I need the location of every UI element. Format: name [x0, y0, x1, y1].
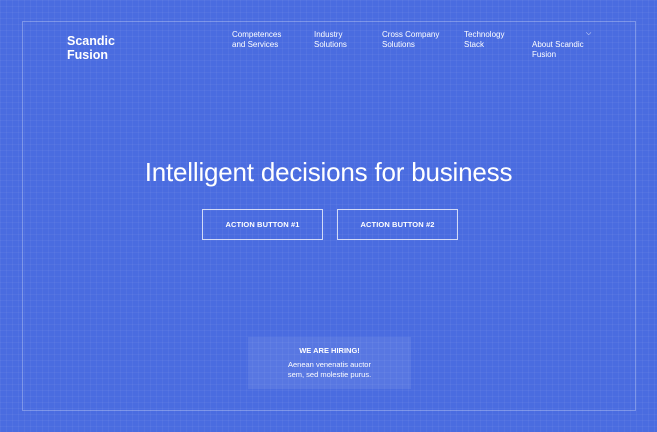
- hiring-title: WE ARE HIRING!: [299, 346, 360, 355]
- action-button-1[interactable]: ACTION BUTTON #1: [202, 209, 323, 240]
- hero-title: Intelligent decisions for business: [144, 157, 513, 187]
- nav-item-label: Competences and Services: [232, 30, 282, 49]
- hiring-card[interactable]: WE ARE HIRING! Aenean venenatis auctor s…: [248, 337, 411, 389]
- nav-item-label: Industry Solutions: [314, 30, 347, 49]
- nav-item-label: About Scandic Fusion: [532, 40, 584, 59]
- nav-item-about[interactable]: About Scandic Fusion: [532, 30, 584, 60]
- nav-item-competences[interactable]: Competences and Services: [232, 30, 281, 50]
- chevron-down-icon[interactable]: ⌵: [586, 30, 591, 38]
- action-button-2[interactable]: ACTION BUTTON #2: [337, 209, 458, 240]
- nav-item-label: Cross Company Solutions: [382, 30, 440, 49]
- nav-item-cross-company[interactable]: Cross Company Solutions: [382, 30, 439, 50]
- nav-item-technology[interactable]: Technology Stack: [464, 30, 504, 50]
- hiring-text: Aenean venenatis auctor sem, sed molesti…: [287, 360, 372, 379]
- nav-item-industry[interactable]: Industry Solutions: [314, 30, 347, 50]
- main-nav: Competences and Services Industry Soluti…: [0, 30, 657, 59]
- nav-item-label: Technology Stack: [464, 30, 505, 49]
